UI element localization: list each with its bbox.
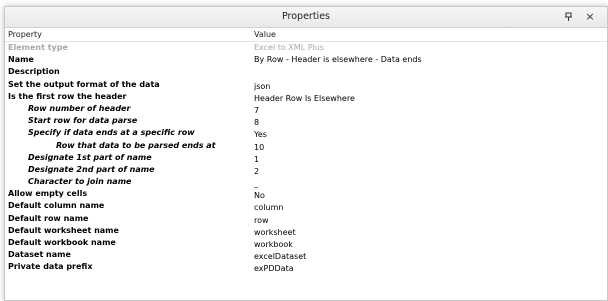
property-row-output-format[interactable]: Set the output format of the data json xyxy=(5,79,607,91)
property-row-allow-empty-cells[interactable]: Allow empty cells No xyxy=(5,188,607,200)
panel-title: Properties xyxy=(281,11,330,22)
property-label: Default column name xyxy=(8,201,105,211)
grid-header: Property Value xyxy=(5,28,607,42)
property-label: Designate 1st part of name xyxy=(28,152,152,162)
property-row-end-row[interactable]: Row that data to be parsed ends at 10 xyxy=(5,140,607,152)
property-label: Character to join name xyxy=(28,177,132,187)
property-label: Set the output format of the data xyxy=(8,79,160,89)
property-label: Name xyxy=(8,55,34,65)
property-row-name-part-2[interactable]: Designate 2nd part of name 2 xyxy=(5,164,607,176)
property-row-name[interactable]: Name By Row - Header is elsewhere - Data… xyxy=(5,54,607,66)
property-label: Default workbook name xyxy=(8,238,116,247)
title-bar: Properties × xyxy=(5,7,607,28)
property-label: Designate 2nd part of name xyxy=(28,164,155,174)
property-value[interactable]: exPDData xyxy=(254,263,594,275)
property-value[interactable]: By Row - Header is elsewhere - Data ends xyxy=(254,54,594,66)
property-label: Element type xyxy=(8,43,68,52)
property-row-default-row-name[interactable]: Default row name row xyxy=(5,213,607,225)
property-row-private-data-prefix[interactable]: Private data prefix exPDData xyxy=(5,261,607,273)
property-row-element-type[interactable]: Element type Excel to XML Plus xyxy=(5,42,607,54)
property-label: Default row name xyxy=(8,213,89,223)
header-value[interactable]: Value xyxy=(254,28,594,41)
property-grid: Property Value Element type Excel to XML… xyxy=(5,28,607,274)
property-row-default-workbook-name[interactable]: Default workbook name workbook xyxy=(5,237,607,249)
property-row-dataset-name[interactable]: Dataset name excelDataset xyxy=(5,249,607,261)
property-label: Is the first row the header xyxy=(8,91,127,101)
property-row-first-row-header[interactable]: Is the first row the header Header Row I… xyxy=(5,91,607,103)
property-label: Private data prefix xyxy=(8,262,93,272)
property-label: Row number of header xyxy=(28,103,131,113)
property-label: Allow empty cells xyxy=(8,189,88,199)
property-row-default-column-name[interactable]: Default column name column xyxy=(5,200,607,212)
property-label: Start row for data parse xyxy=(28,116,138,126)
property-label: Default worksheet name xyxy=(8,225,119,235)
pin-button[interactable] xyxy=(560,8,576,26)
pin-icon xyxy=(564,12,572,21)
close-button[interactable]: × xyxy=(582,8,598,26)
property-row-start-row[interactable]: Start row for data parse 8 xyxy=(5,115,607,127)
properties-panel: Properties × Property Value Element type… xyxy=(4,6,608,301)
property-row-header-row-number[interactable]: Row number of header 7 xyxy=(5,103,607,115)
header-property[interactable]: Property xyxy=(8,28,256,41)
property-label: Description xyxy=(8,67,60,77)
close-icon: × xyxy=(585,10,595,23)
property-row-default-worksheet-name[interactable]: Default worksheet name worksheet xyxy=(5,225,607,237)
property-label: Specify if data ends at a specific row xyxy=(28,128,195,138)
property-row-description[interactable]: Description xyxy=(5,66,607,78)
property-value: Excel to XML Plus xyxy=(254,43,324,52)
property-row-name-part-1[interactable]: Designate 1st part of name 1 xyxy=(5,152,607,164)
property-row-data-ends[interactable]: Specify if data ends at a specific row Y… xyxy=(5,127,607,139)
property-row-join-character[interactable]: Character to join name _ xyxy=(5,176,607,188)
property-label: Dataset name xyxy=(8,250,71,260)
